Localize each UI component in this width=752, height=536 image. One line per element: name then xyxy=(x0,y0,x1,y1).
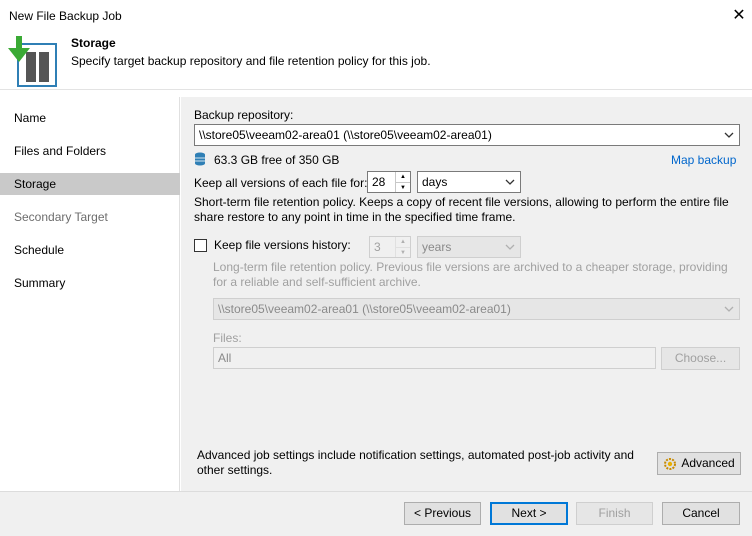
window-title: New File Backup Job xyxy=(9,9,122,23)
chevron-down-icon xyxy=(724,306,734,312)
nav-item-summary[interactable]: Summary xyxy=(0,272,180,294)
keep-history-label[interactable]: Keep file versions history: xyxy=(214,238,351,252)
wizard-steps: Name Files and Folders Storage Secondary… xyxy=(0,97,180,491)
nav-item-schedule[interactable]: Schedule xyxy=(0,239,180,261)
history-stepper: 3 ▲ ▼ xyxy=(369,236,411,258)
nav-item-name[interactable]: Name xyxy=(0,107,180,129)
advanced-button[interactable]: Advanced xyxy=(657,452,741,475)
chevron-down-icon xyxy=(724,132,734,138)
archive-repository-select: \\store05\veeam02-area01 (\\store05\veea… xyxy=(213,298,740,320)
close-icon[interactable]: ✕ xyxy=(730,6,748,26)
chevron-down-icon xyxy=(505,179,515,185)
nav-item-secondary-target: Secondary Target xyxy=(14,210,108,224)
chevron-down-icon xyxy=(505,244,515,250)
page-subtitle: Specify target backup repository and fil… xyxy=(71,54,431,68)
page-title: Storage xyxy=(71,36,116,50)
finish-button: Finish xyxy=(576,502,653,525)
history-unit-select: years xyxy=(417,236,521,258)
file-backup-icon xyxy=(4,36,62,92)
next-button[interactable]: Next > xyxy=(490,502,568,525)
spin-down-icon: ▼ xyxy=(396,247,410,257)
files-label: Files: xyxy=(213,331,242,345)
advanced-button-label: Advanced xyxy=(681,456,735,470)
previous-button[interactable]: < Previous xyxy=(404,502,481,525)
long-term-retention-description: Long-term file retention policy. Previou… xyxy=(213,260,728,289)
cancel-button[interactable]: Cancel xyxy=(662,502,740,525)
free-space-text: 63.3 GB free of 350 GB xyxy=(214,153,340,167)
keep-history-checkbox[interactable] xyxy=(194,239,207,252)
spin-down-icon[interactable]: ▼ xyxy=(396,182,410,192)
keep-all-unit-value: days xyxy=(422,175,448,189)
keep-all-versions-label: Keep all versions of each file for: xyxy=(194,176,368,190)
storage-panel: Backup repository: \\store05\veeam02-are… xyxy=(181,97,752,491)
spin-up-icon[interactable]: ▲ xyxy=(396,172,410,182)
nav-item-storage[interactable]: Storage xyxy=(0,173,180,195)
keep-all-unit-select[interactable]: days xyxy=(417,171,521,193)
keep-all-versions-stepper[interactable]: 28 ▲ ▼ xyxy=(367,171,411,193)
history-value: 3 xyxy=(374,240,381,254)
keep-all-versions-value: 28 xyxy=(372,175,386,189)
history-unit-value: years xyxy=(422,240,452,254)
gear-icon xyxy=(664,457,677,470)
backup-repository-select[interactable]: \\store05\veeam02-area01 (\\store05\veea… xyxy=(194,124,740,146)
map-backup-link[interactable]: Map backup xyxy=(671,153,736,167)
nav-item-files-and-folders[interactable]: Files and Folders xyxy=(0,140,180,162)
files-input: All xyxy=(213,347,656,369)
backup-repository-value: \\store05\veeam02-area01 (\\store05\veea… xyxy=(199,128,492,142)
spin-up-icon: ▲ xyxy=(400,239,406,245)
backup-repository-label: Backup repository: xyxy=(194,108,294,122)
choose-button: Choose... xyxy=(661,347,740,370)
advanced-settings-description: Advanced job settings include notificati… xyxy=(197,448,634,477)
archive-repository-value: \\store05\veeam02-area01 (\\store05\veea… xyxy=(218,302,511,316)
short-term-retention-description: Short-term file retention policy. Keeps … xyxy=(194,195,729,224)
database-icon xyxy=(195,152,205,166)
